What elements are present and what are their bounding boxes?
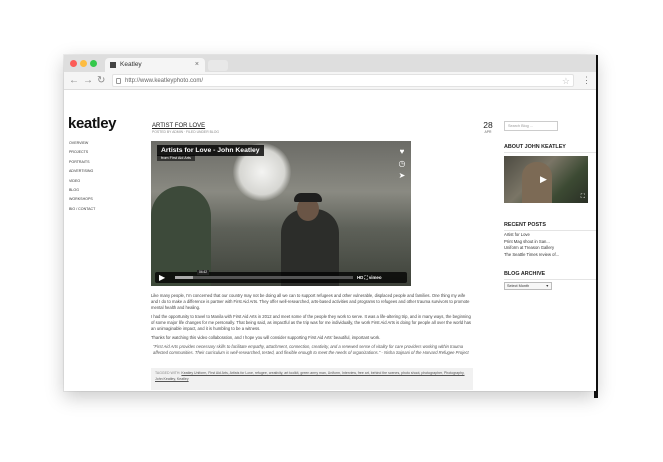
archive-month-select[interactable]: Select Month ▼ bbox=[504, 282, 552, 290]
video-progress-bar[interactable]: 04:42 bbox=[175, 270, 353, 279]
blog-archive-heading: BLOG ARCHIVE bbox=[504, 271, 596, 280]
video-progress-fill bbox=[175, 276, 193, 279]
post-paragraph: Like many people, I'm concerned that our… bbox=[151, 293, 470, 310]
video-time: 04:42 bbox=[197, 270, 209, 275]
thumbnail-play-icon[interactable]: ▶ bbox=[540, 174, 547, 184]
recent-post-link[interactable]: The Seattle Times review of... bbox=[504, 252, 559, 259]
nav-item-overview[interactable]: Overview bbox=[69, 139, 95, 148]
bookmark-star-icon[interactable]: ☆ bbox=[562, 75, 570, 87]
close-window-button[interactable] bbox=[70, 60, 77, 67]
video-controls: ▶ 04:42 HD ⛶ vimeo bbox=[155, 270, 407, 283]
site-logo[interactable]: keatley bbox=[68, 115, 116, 132]
post-date-month: APR bbox=[484, 130, 492, 134]
site-nav: Overview Projects Portraits Advertising … bbox=[69, 139, 95, 214]
thumbnail-fullscreen-icon[interactable]: ⛶ bbox=[581, 194, 585, 201]
maximize-window-button[interactable] bbox=[90, 60, 97, 67]
address-bar[interactable]: http://www.keatleyphoto.com/ ☆ bbox=[112, 74, 574, 87]
nav-item-portraits[interactable]: Portraits bbox=[69, 158, 95, 167]
post-byline: POSTED BY ADMIN · FILED UNDER BLOG bbox=[152, 130, 220, 134]
address-text: http://www.keatleyphoto.com/ bbox=[125, 78, 204, 84]
nav-item-workshops[interactable]: Workshops bbox=[69, 195, 95, 204]
thumbnail-figure bbox=[522, 162, 552, 203]
back-button[interactable]: ← bbox=[69, 75, 79, 86]
nav-item-blog[interactable]: Blog bbox=[69, 186, 95, 195]
video-frame-cap bbox=[294, 193, 322, 202]
about-video-thumbnail[interactable]: ▶ ⛶ bbox=[504, 156, 588, 203]
browser-window: Keatley × ← → ↻ http://www.keatleyphoto.… bbox=[64, 55, 596, 391]
post-date-day: 28 bbox=[483, 120, 493, 130]
post-tags: TAGGED WITH: Keatley Uniform, First Aid … bbox=[151, 368, 473, 390]
post-paragraph: Thanks for watching this video collabora… bbox=[151, 335, 381, 340]
browser-tab[interactable]: Keatley × bbox=[105, 58, 205, 72]
nav-item-video[interactable]: Video bbox=[69, 177, 95, 186]
recent-post-link[interactable]: Print Mag shout in San... bbox=[504, 239, 559, 246]
archive-select-value: Select Month bbox=[507, 284, 530, 288]
tab-title: Keatley bbox=[120, 61, 142, 68]
minimize-window-button[interactable] bbox=[80, 60, 87, 67]
nav-item-bio-contact[interactable]: Bio / Contact bbox=[69, 205, 95, 214]
post-paragraph: I had the opportunity to travel to Manil… bbox=[151, 314, 472, 331]
blog-search-input[interactable]: Search Blog ... bbox=[504, 121, 558, 131]
post-body: Like many people, I'm concerned that our… bbox=[151, 293, 473, 359]
page-info-icon bbox=[116, 78, 121, 84]
recent-posts-heading: RECENT POSTS bbox=[504, 222, 596, 231]
recent-post-link[interactable]: Artist for Love bbox=[504, 232, 559, 239]
browser-toolbar: ← → ↻ http://www.keatleyphoto.com/ ☆ ⋮ bbox=[64, 72, 596, 90]
watch-later-clock-icon[interactable]: ◷ bbox=[397, 159, 407, 169]
nav-item-advertising[interactable]: Advertising bbox=[69, 167, 95, 176]
new-tab-button[interactable] bbox=[208, 60, 228, 71]
tab-close-icon[interactable]: × bbox=[195, 58, 199, 72]
nav-item-projects[interactable]: Projects bbox=[69, 148, 95, 157]
recent-post-link[interactable]: Uniform at Treason Gallery bbox=[504, 245, 559, 252]
post-quote: "First Aid Arts provides necessary skill… bbox=[153, 344, 469, 355]
web-page: keatley Overview Projects Portraits Adve… bbox=[64, 90, 596, 391]
share-send-icon[interactable]: ➤ bbox=[397, 171, 407, 181]
video-player[interactable]: Artists for Love - John Keatley from Fir… bbox=[151, 141, 411, 286]
post-title[interactable]: ARTIST FOR LOVE bbox=[152, 123, 205, 129]
forward-button[interactable]: → bbox=[83, 75, 93, 86]
video-subtitle[interactable]: from First Aid Arts bbox=[157, 155, 195, 161]
site-favicon-icon bbox=[110, 62, 116, 68]
play-icon[interactable]: ▶ bbox=[159, 273, 165, 282]
chevron-down-icon: ▼ bbox=[545, 284, 549, 288]
tab-bar: Keatley × bbox=[64, 55, 596, 72]
about-heading: ABOUT JOHN KEATLEY bbox=[504, 144, 596, 153]
reload-button[interactable]: ↻ bbox=[97, 75, 105, 86]
like-heart-icon[interactable]: ♥ bbox=[397, 147, 407, 157]
tag-links[interactable]: Keatley Uniform, First Aid Arts, Artists… bbox=[155, 371, 465, 381]
video-badges[interactable]: HD ⛶ vimeo bbox=[357, 273, 382, 282]
tags-label: TAGGED WITH: bbox=[155, 371, 181, 375]
recent-posts-list: Artist for Love Print Mag shout in San..… bbox=[504, 232, 559, 259]
browser-menu-icon[interactable]: ⋮ bbox=[582, 75, 591, 85]
